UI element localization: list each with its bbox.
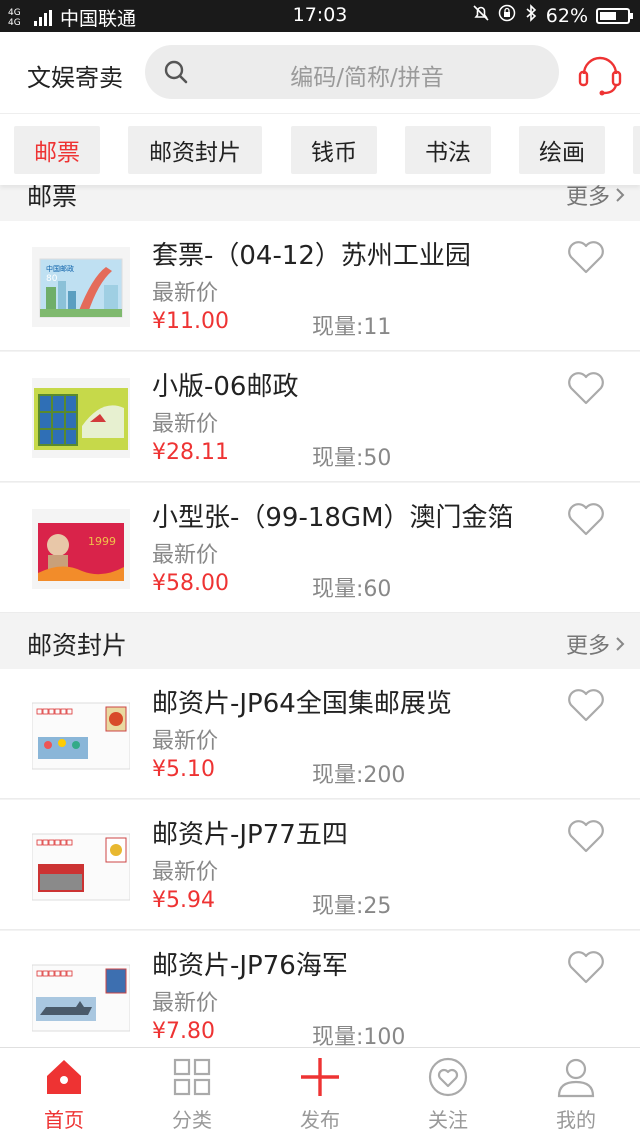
- heart-icon[interactable]: [566, 818, 606, 854]
- item-price: ¥5.94: [152, 888, 215, 913]
- search-input[interactable]: 编码/简称/拼音: [145, 45, 559, 99]
- item-title: 小版-06邮政: [152, 372, 299, 402]
- chevron-right-icon: [616, 188, 625, 202]
- item-stock: 现量:100: [312, 1025, 406, 1047]
- item-price-label: 最新价: [152, 543, 219, 568]
- section-title: 邮票: [27, 185, 78, 211]
- more-link[interactable]: 更多: [566, 628, 626, 660]
- bottom-navigation: 首页 分类 发布 关注 我的: [0, 1047, 640, 1138]
- item-price: ¥58.00: [152, 571, 229, 596]
- item-title: 邮资片-JP76海军: [152, 951, 348, 981]
- nav-label: 关注: [428, 1108, 468, 1132]
- grid-icon: [173, 1058, 211, 1096]
- tab-label: 钱币: [311, 140, 357, 166]
- status-right: 62%: [472, 4, 633, 27]
- stamp-thumbnail: 1999: [32, 509, 130, 589]
- item-stock: 现量:60: [312, 577, 392, 602]
- list-item[interactable]: 中国邮政 80 套票-（04-12）苏州工业园 最新价 ¥11.00 现量:11: [0, 221, 640, 351]
- item-price: ¥28.11: [152, 440, 229, 465]
- section-header-stamps: 邮票 更多: [0, 185, 640, 219]
- tab-label: 邮资封片: [149, 140, 241, 166]
- item-price: ¥5.10: [152, 757, 215, 782]
- item-title: 小型张-（99-18GM）澳门金箔: [152, 503, 514, 533]
- tab-overflow[interactable]: [633, 126, 640, 174]
- mute-bell-icon: [472, 4, 490, 27]
- battery-level: [600, 11, 617, 20]
- nav-label: 发布: [300, 1108, 340, 1132]
- list-item[interactable]: 邮资片-JP64全国集邮展览 最新价 ¥5.10 现量:200: [0, 669, 640, 799]
- tab-calligraphy[interactable]: 书法: [405, 126, 491, 174]
- item-price-label: 最新价: [152, 860, 219, 885]
- list-item[interactable]: 邮资片-JP77五四 最新价 ¥5.94 现量:25: [0, 800, 640, 930]
- brand-title: 文娱寄卖: [27, 64, 123, 92]
- more-label: 更多: [565, 634, 610, 659]
- battery-icon: [596, 7, 633, 24]
- heart-icon[interactable]: [566, 370, 606, 406]
- svg-text:1999: 1999: [88, 535, 116, 548]
- search-placeholder: 编码/简称/拼音: [290, 65, 444, 91]
- chevron-right-icon: [616, 637, 625, 651]
- nav-label: 分类: [172, 1108, 212, 1132]
- item-title: 邮资片-JP64全国集邮展览: [152, 689, 452, 719]
- category-tabs: 邮票 邮资封片 钱币 书法 绘画: [0, 115, 640, 185]
- tab-label: 邮票: [34, 140, 80, 166]
- tab-postal-cards[interactable]: 邮资封片: [128, 126, 262, 174]
- tab-label: 书法: [425, 140, 471, 166]
- nav-publish[interactable]: 发布: [256, 1048, 384, 1138]
- item-stock: 现量:11: [312, 315, 392, 340]
- postcard-thumbnail: [32, 833, 130, 901]
- item-price-label: 最新价: [152, 991, 219, 1016]
- svg-text:80: 80: [46, 274, 58, 284]
- customer-service-icon[interactable]: [576, 48, 624, 98]
- more-link[interactable]: 更多: [566, 185, 626, 211]
- app-header: 文娱寄卖 编码/简称/拼音: [0, 32, 640, 114]
- heart-icon[interactable]: [566, 501, 606, 537]
- tab-label: 绘画: [539, 140, 585, 166]
- postcard-thumbnail: [32, 964, 130, 1032]
- plus-icon: [301, 1058, 339, 1096]
- nav-follow[interactable]: 关注: [384, 1048, 512, 1138]
- status-bar: 4G 4G 中国联通 17:03 62%: [0, 0, 640, 32]
- home-icon: [47, 1060, 81, 1094]
- item-price: ¥11.00: [152, 309, 229, 334]
- stamp-thumbnail: 中国邮政 80: [32, 247, 130, 327]
- product-list[interactable]: 邮票 更多 中国邮政 80 套票-（04-12）苏州工业园 最新价 ¥11.00…: [0, 185, 640, 1047]
- list-item[interactable]: 1999 小型张-（99-18GM）澳门金箔 最新价 ¥58.00 现量:60: [0, 483, 640, 613]
- tab-coins[interactable]: 钱币: [291, 126, 377, 174]
- nav-home[interactable]: 首页: [0, 1048, 128, 1138]
- item-title: 套票-（04-12）苏州工业园: [152, 241, 471, 271]
- stamp-thumbnail: [32, 378, 130, 458]
- more-label: 更多: [565, 185, 610, 210]
- postcard-thumbnail: [32, 702, 130, 770]
- item-price-label: 最新价: [152, 729, 219, 754]
- nav-category[interactable]: 分类: [128, 1048, 256, 1138]
- tab-painting[interactable]: 绘画: [519, 126, 605, 174]
- person-icon: [557, 1058, 595, 1098]
- tab-stamps[interactable]: 邮票: [14, 126, 100, 174]
- nav-mine[interactable]: 我的: [512, 1048, 640, 1138]
- nav-label: 首页: [44, 1108, 84, 1132]
- list-item[interactable]: 小版-06邮政 最新价 ¥28.11 现量:50: [0, 352, 640, 482]
- svg-text:中国邮政: 中国邮政: [46, 264, 74, 273]
- item-price: ¥7.80: [152, 1019, 215, 1044]
- heart-icon[interactable]: [566, 239, 606, 275]
- item-stock: 现量:50: [312, 446, 392, 471]
- item-stock: 现量:200: [312, 763, 406, 788]
- heart-icon[interactable]: [566, 949, 606, 985]
- section-title: 邮资封片: [27, 631, 128, 660]
- nav-label: 我的: [556, 1108, 596, 1132]
- lock-rotation-icon: [498, 4, 516, 27]
- item-stock: 现量:25: [312, 894, 392, 919]
- item-price-label: 最新价: [152, 412, 219, 437]
- heart-icon[interactable]: [566, 687, 606, 723]
- item-title: 邮资片-JP77五四: [152, 820, 348, 850]
- item-price-label: 最新价: [152, 281, 219, 306]
- section-header-postal-cards: 邮资封片 更多: [0, 614, 640, 670]
- heart-circle-icon: [428, 1057, 468, 1097]
- list-item[interactable]: 邮资片-JP76海军 最新价 ¥7.80 现量:100: [0, 931, 640, 1047]
- battery-percent: 62%: [545, 4, 588, 27]
- bluetooth-icon: [524, 4, 538, 27]
